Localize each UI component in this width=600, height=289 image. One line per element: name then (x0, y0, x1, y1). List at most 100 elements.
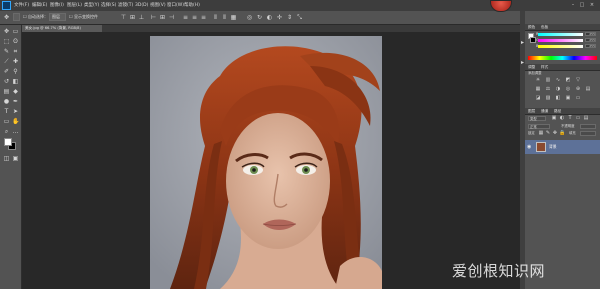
menu-filter[interactable]: 滤镜(T) (118, 1, 133, 10)
filter-shape-icon[interactable]: ▭ (575, 116, 581, 121)
dodge-tool-icon[interactable]: ● (3, 98, 10, 105)
lock-pixels-icon[interactable]: ▦ (538, 131, 544, 136)
swatches-tab[interactable]: 色板 (541, 24, 548, 30)
channels-tab[interactable]: 通道 (541, 108, 548, 114)
type-tool-icon[interactable]: T (3, 108, 10, 115)
3d-mode-icon[interactable]: ◎ (246, 14, 253, 21)
levels-icon[interactable]: ▥ (545, 78, 551, 83)
artboard-tool-icon[interactable]: ▭ (12, 28, 19, 35)
close-icon[interactable]: × (589, 2, 595, 8)
distribute-hcenter-icon[interactable]: ⦀ (221, 14, 228, 21)
blue-slider[interactable] (538, 45, 583, 48)
maximize-icon[interactable]: □ (579, 2, 585, 8)
document-canvas-image[interactable] (150, 36, 382, 289)
red-slider[interactable] (538, 33, 583, 36)
photoshop-logo-icon[interactable] (2, 1, 11, 10)
hue-saturation-icon[interactable]: ▦ (535, 87, 541, 92)
hand-tool-icon[interactable]: ✋ (12, 118, 19, 125)
history-brush-tool-icon[interactable]: ↺ (3, 78, 10, 85)
clone-stamp-tool-icon[interactable]: ⚲ (12, 68, 19, 75)
layer-name[interactable]: 背景 (549, 144, 557, 150)
exposure-icon[interactable]: ◩ (565, 78, 571, 83)
tool-preset-dropdown[interactable] (13, 13, 20, 21)
distribute-bottom-icon[interactable]: ≡ (200, 14, 207, 21)
lock-all-icon[interactable]: 🔒 (559, 131, 565, 136)
opacity-field[interactable] (580, 124, 596, 129)
zoom-tool-icon[interactable]: ⌕ (3, 128, 10, 135)
filter-adjust-icon[interactable]: ◐ (559, 116, 565, 121)
color-lookup-icon[interactable]: ▤ (585, 87, 591, 92)
styles-tab[interactable]: 样式 (541, 64, 548, 70)
more-tools-icon[interactable]: … (12, 128, 19, 135)
blue-value[interactable]: 255 (585, 44, 596, 48)
lock-paint-icon[interactable]: ✎ (545, 131, 551, 136)
quick-mask-icon[interactable]: ◫ (3, 155, 10, 162)
adjustments-tab[interactable]: 调整 (528, 64, 535, 70)
crop-tool-icon[interactable]: ⌗ (12, 48, 19, 55)
3d-rotate-icon[interactable]: ↻ (256, 14, 263, 21)
eyedropper-tool-icon[interactable]: ⟋ (3, 58, 10, 65)
healing-brush-tool-icon[interactable]: ✚ (12, 58, 19, 65)
brightness-icon[interactable]: ☀ (535, 78, 541, 83)
3d-roll-icon[interactable]: ◐ (266, 14, 273, 21)
distribute-left-icon[interactable]: ⦀ (212, 14, 219, 21)
layers-tab[interactable]: 图层 (528, 108, 535, 114)
minimize-icon[interactable]: – (570, 2, 576, 8)
vibrance-icon[interactable]: ▽ (575, 78, 581, 83)
foreground-color-swatch[interactable] (4, 138, 12, 146)
channel-mixer-icon[interactable]: ⊕ (575, 87, 581, 92)
quick-select-tool-icon[interactable]: ✎ (3, 48, 10, 55)
align-left-icon[interactable]: ⊢ (150, 14, 157, 21)
green-slider[interactable] (538, 39, 583, 42)
eraser-tool-icon[interactable]: ◧ (12, 78, 19, 85)
black-white-icon[interactable]: ◑ (555, 87, 561, 92)
marquee-tool-icon[interactable]: ⬚ (3, 38, 10, 45)
blend-mode-dropdown[interactable]: 正常 (528, 124, 550, 129)
3d-scale-icon[interactable]: ⤡ (296, 14, 303, 21)
layer-row-background[interactable]: ◉ 背景 (525, 140, 600, 154)
curves-icon[interactable]: ∿ (555, 78, 561, 83)
color-tab[interactable]: 颜色 (528, 24, 535, 30)
menu-layer[interactable]: 图层(L) (67, 1, 82, 10)
fill-field[interactable] (580, 131, 596, 136)
filter-type-icon[interactable]: T (567, 116, 573, 121)
menu-3d[interactable]: 3D(D) (135, 1, 148, 10)
photo-filter-icon[interactable]: ◎ (565, 87, 571, 92)
brush-tool-icon[interactable]: ✐ (3, 68, 10, 75)
gradient-map-icon[interactable]: ▭ (575, 96, 581, 101)
menu-help[interactable]: 帮助(H) (184, 1, 200, 10)
distribute-top-icon[interactable]: ≡ (182, 14, 189, 21)
green-value[interactable]: 255 (585, 38, 596, 42)
layer-filter-dropdown[interactable]: 类型 (528, 116, 546, 121)
filter-smart-icon[interactable]: ▤ (583, 116, 589, 121)
pen-tool-icon[interactable]: ✒ (12, 98, 19, 105)
color-spectrum-bar[interactable] (528, 56, 597, 60)
menu-select[interactable]: 选择(S) (101, 1, 116, 10)
auto-select-target-dropdown[interactable]: 图层 (49, 13, 66, 21)
paths-tab[interactable]: 路径 (554, 108, 561, 114)
menu-edit[interactable]: 编辑(E) (32, 1, 47, 10)
menu-type[interactable]: 类型(Y) (84, 1, 99, 10)
transform-controls-checkbox[interactable]: ☐ (69, 14, 73, 20)
3d-slide-icon[interactable]: ⇕ (286, 14, 293, 21)
shape-tool-icon[interactable]: ▭ (3, 118, 10, 125)
gradient-tool-icon[interactable]: ▤ (3, 88, 10, 95)
red-value[interactable]: 255 (585, 32, 596, 36)
menu-view[interactable]: 视图(V) (150, 1, 166, 10)
distribute-vcenter-icon[interactable]: ≡ (191, 14, 198, 21)
auto-align-icon[interactable]: ▦ (230, 14, 237, 21)
path-select-tool-icon[interactable]: ➤ (12, 108, 19, 115)
align-right-icon[interactable]: ⊣ (168, 14, 175, 21)
color-balance-icon[interactable]: ⚖ (545, 87, 551, 92)
invert-icon[interactable]: ◪ (535, 96, 541, 101)
align-vcenter-icon[interactable]: ⊞ (129, 14, 136, 21)
3d-drag-icon[interactable]: ✢ (276, 14, 283, 21)
menu-image[interactable]: 图像(I) (50, 1, 64, 10)
lock-position-icon[interactable]: ✥ (552, 131, 558, 136)
auto-select-checkbox[interactable]: ☐ (23, 14, 27, 20)
selective-color-icon[interactable]: ▣ (565, 96, 571, 101)
align-top-icon[interactable]: ⊤ (120, 14, 127, 21)
threshold-icon[interactable]: ◧ (555, 96, 561, 101)
align-bottom-icon[interactable]: ⊥ (138, 14, 145, 21)
visibility-eye-icon[interactable]: ◉ (527, 144, 533, 150)
